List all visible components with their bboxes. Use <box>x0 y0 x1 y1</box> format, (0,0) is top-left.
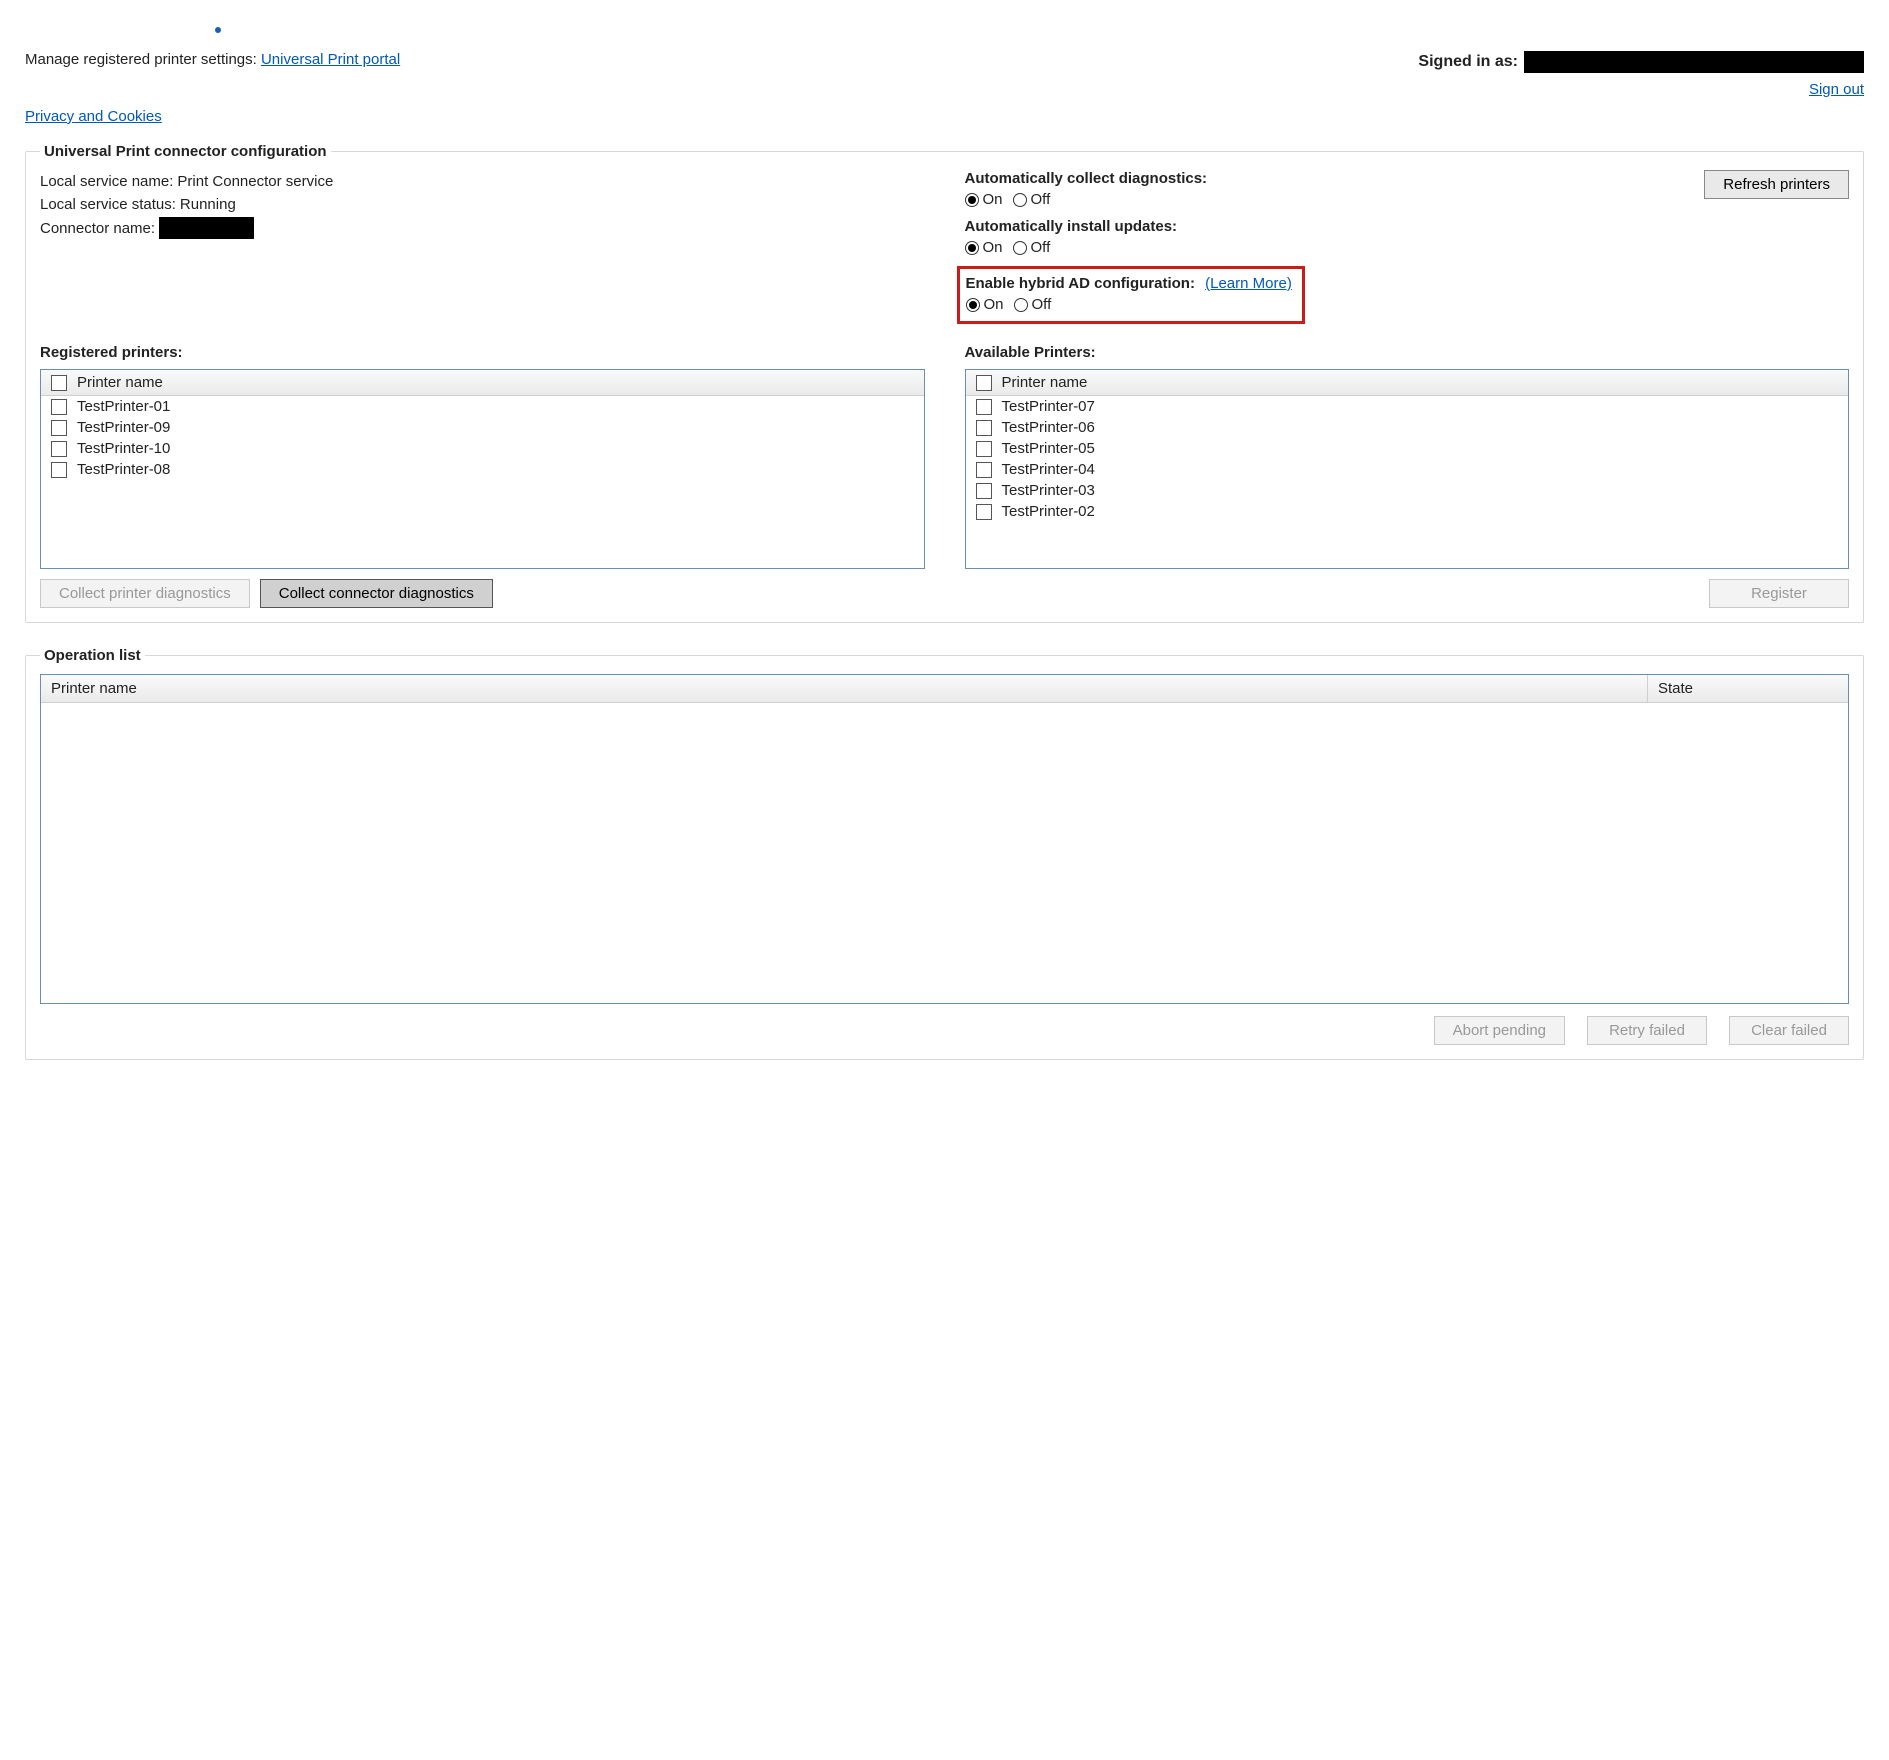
retry-failed-button[interactable]: Retry failed <box>1587 1016 1707 1045</box>
registered-item-label: TestPrinter-08 <box>77 461 170 478</box>
hybrid-ad-on-radio[interactable]: On <box>966 296 1004 313</box>
available-printers-title: Available Printers: <box>965 344 1850 361</box>
decorative-dot <box>215 20 1864 37</box>
registered-item-checkbox[interactable] <box>51 462 67 478</box>
auto-install-updates-on-radio[interactable]: On <box>965 239 1003 256</box>
available-item-checkbox[interactable] <box>976 483 992 499</box>
signed-in-user-redacted <box>1524 51 1864 73</box>
available-item-checkbox[interactable] <box>976 441 992 457</box>
radio-label-off: Off <box>1031 191 1051 208</box>
radio-label-on: On <box>984 296 1004 313</box>
auto-collect-diag-off-radio[interactable]: Off <box>1013 191 1051 208</box>
list-item[interactable]: TestPrinter-08 <box>41 459 924 480</box>
local-service-name-value: Print Connector service <box>177 170 333 193</box>
connector-config-legend: Universal Print connector configuration <box>40 143 331 160</box>
available-item-label: TestPrinter-04 <box>1002 461 1095 478</box>
connector-config-fieldset: Universal Print connector configuration … <box>25 143 1864 623</box>
clear-failed-button[interactable]: Clear failed <box>1729 1016 1849 1045</box>
operation-list-box[interactable]: Printer name State <box>40 674 1849 1004</box>
list-item[interactable]: TestPrinter-06 <box>966 417 1849 438</box>
radio-label-off: Off <box>1032 296 1052 313</box>
manage-settings-label: Manage registered printer settings: <box>25 51 261 68</box>
operation-list-fieldset: Operation list Printer name State Abort … <box>25 647 1864 1060</box>
collect-connector-diagnostics-button[interactable]: Collect connector diagnostics <box>260 579 493 608</box>
available-item-checkbox[interactable] <box>976 420 992 436</box>
registered-select-all-checkbox[interactable] <box>51 375 67 391</box>
connector-name-label: Connector name: <box>40 217 155 240</box>
connector-name-redacted <box>159 217 254 239</box>
list-item[interactable]: TestPrinter-09 <box>41 417 924 438</box>
available-item-checkbox[interactable] <box>976 462 992 478</box>
hybrid-ad-learn-more-link[interactable]: (Learn More) <box>1205 275 1292 292</box>
available-item-label: TestPrinter-05 <box>1002 440 1095 457</box>
registered-item-label: TestPrinter-01 <box>77 398 170 415</box>
available-col-header: Printer name <box>1002 374 1088 391</box>
hybrid-ad-label: Enable hybrid AD configuration: <box>966 275 1195 292</box>
available-select-all-checkbox[interactable] <box>976 375 992 391</box>
hybrid-ad-highlight-box: Enable hybrid AD configuration: (Learn M… <box>957 266 1305 324</box>
auto-install-updates-off-radio[interactable]: Off <box>1013 239 1051 256</box>
auto-install-updates-label: Automatically install updates: <box>965 218 1850 235</box>
local-service-status-value: Running <box>180 193 236 216</box>
radio-label-off: Off <box>1031 239 1051 256</box>
auto-collect-diag-on-radio[interactable]: On <box>965 191 1003 208</box>
available-item-label: TestPrinter-02 <box>1002 503 1095 520</box>
available-printers-listbox[interactable]: Printer name TestPrinter-07 TestPrinter-0… <box>965 369 1850 569</box>
available-item-label: TestPrinter-03 <box>1002 482 1095 499</box>
privacy-cookies-link[interactable]: Privacy and Cookies <box>25 108 162 125</box>
registered-item-checkbox[interactable] <box>51 399 67 415</box>
operation-list-legend: Operation list <box>40 647 145 664</box>
universal-print-portal-link[interactable]: Universal Print portal <box>261 51 400 68</box>
hybrid-ad-off-radio[interactable]: Off <box>1014 296 1052 313</box>
registered-item-label: TestPrinter-10 <box>77 440 170 457</box>
list-item[interactable]: TestPrinter-02 <box>966 501 1849 522</box>
available-item-label: TestPrinter-07 <box>1002 398 1095 415</box>
registered-col-header: Printer name <box>77 374 163 391</box>
list-item[interactable]: TestPrinter-10 <box>41 438 924 459</box>
service-info-block: Local service name: Print Connector serv… <box>40 170 925 324</box>
oplist-col-state: State <box>1648 675 1848 702</box>
registered-item-checkbox[interactable] <box>51 441 67 457</box>
manage-settings-row: Manage registered printer settings: Univ… <box>25 51 400 68</box>
registered-printers-title: Registered printers: <box>40 344 925 361</box>
collect-printer-diagnostics-button[interactable]: Collect printer diagnostics <box>40 579 250 608</box>
local-service-status-label: Local service status: <box>40 193 176 216</box>
list-item[interactable]: TestPrinter-04 <box>966 459 1849 480</box>
available-item-checkbox[interactable] <box>976 399 992 415</box>
signed-in-row: Signed in as: <box>1418 51 1864 73</box>
radio-label-on: On <box>983 191 1003 208</box>
local-service-name-label: Local service name: <box>40 170 173 193</box>
oplist-col-printer-name: Printer name <box>41 675 1648 702</box>
radio-label-on: On <box>983 239 1003 256</box>
available-item-label: TestPrinter-06 <box>1002 419 1095 436</box>
registered-printers-listbox[interactable]: Printer name TestPrinter-01 TestPrinter-0… <box>40 369 925 569</box>
register-button[interactable]: Register <box>1709 579 1849 608</box>
available-item-checkbox[interactable] <box>976 504 992 520</box>
list-item[interactable]: TestPrinter-05 <box>966 438 1849 459</box>
sign-out-link[interactable]: Sign out <box>1809 81 1864 98</box>
refresh-printers-button[interactable]: Refresh printers <box>1704 170 1849 199</box>
registered-item-checkbox[interactable] <box>51 420 67 436</box>
signed-in-label: Signed in as: <box>1418 53 1518 71</box>
registered-item-label: TestPrinter-09 <box>77 419 170 436</box>
list-item[interactable]: TestPrinter-01 <box>41 396 924 417</box>
list-item[interactable]: TestPrinter-03 <box>966 480 1849 501</box>
list-item[interactable]: TestPrinter-07 <box>966 396 1849 417</box>
abort-pending-button[interactable]: Abort pending <box>1434 1016 1565 1045</box>
